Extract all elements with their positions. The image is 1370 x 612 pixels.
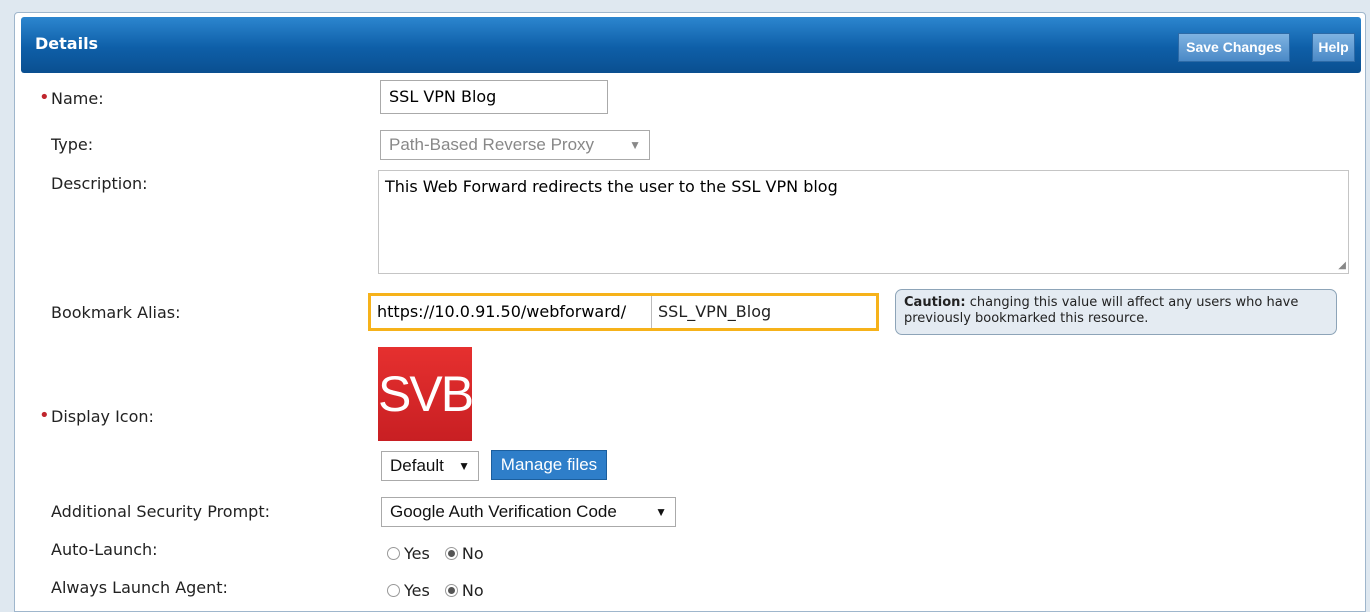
panel-title: Details (35, 34, 99, 53)
always-launch-agent-radios: Yes No (387, 580, 494, 600)
always-launch-yes-label: Yes (404, 581, 430, 600)
help-button[interactable]: Help (1312, 33, 1355, 62)
type-select: Path-Based Reverse Proxy ▼ (380, 130, 650, 160)
bookmark-alias-input[interactable]: SSL_VPN_Blog (651, 296, 876, 328)
bookmark-alias-label: Bookmark Alias: (51, 303, 181, 322)
resize-grip-icon[interactable]: ◢ (1338, 260, 1346, 271)
always-launch-no-radio[interactable] (444, 584, 458, 597)
icon-select-value: Default (390, 456, 444, 475)
auto-launch-no-radio[interactable] (444, 547, 458, 560)
bookmark-alias-prefix: https://10.0.91.50/webforward/ (377, 302, 627, 321)
security-prompt-select[interactable]: Google Auth Verification Code ▼ (381, 497, 676, 527)
type-label: Type: (51, 135, 94, 154)
panel-header: Details Save Changes Help (21, 17, 1361, 73)
always-launch-yes-radio[interactable] (387, 584, 400, 597)
auto-launch-yes-radio[interactable] (387, 547, 400, 560)
description-textarea[interactable]: This Web Forward redirects the user to t… (378, 170, 1349, 274)
caution-title: Caution: (904, 295, 966, 310)
chevron-down-icon: ▼ (629, 138, 641, 152)
details-panel: Details Save Changes Help Name: SSL VPN … (14, 12, 1366, 612)
display-icon-label: Display Icon: (39, 405, 154, 426)
bookmark-alias-field: https://10.0.91.50/webforward/ SSL_VPN_B… (368, 293, 879, 331)
icon-select[interactable]: Default ▼ (381, 451, 479, 481)
save-changes-button[interactable]: Save Changes (1178, 33, 1290, 62)
auto-launch-radios: Yes No (387, 543, 494, 563)
auto-launch-no-label: No (461, 544, 484, 563)
always-launch-agent-label: Always Launch Agent: (51, 578, 228, 597)
security-prompt-value: Google Auth Verification Code (390, 502, 617, 521)
name-input[interactable]: SSL VPN Blog (380, 80, 608, 114)
chevron-down-icon: ▼ (458, 459, 470, 473)
auto-launch-label: Auto-Launch: (51, 540, 158, 559)
svb-icon: SVB (378, 347, 474, 441)
description-label: Description: (51, 174, 148, 193)
caution-note: Caution: changing this value will affect… (895, 289, 1337, 335)
type-select-value: Path-Based Reverse Proxy (389, 135, 595, 154)
manage-files-button[interactable]: Manage files (491, 450, 607, 480)
security-prompt-label: Additional Security Prompt: (51, 502, 270, 521)
always-launch-no-label: No (461, 581, 484, 600)
chevron-down-icon: ▼ (655, 505, 667, 519)
name-label: Name: (39, 87, 104, 108)
description-text: This Web Forward redirects the user to t… (385, 177, 838, 196)
auto-launch-yes-label: Yes (404, 544, 430, 563)
